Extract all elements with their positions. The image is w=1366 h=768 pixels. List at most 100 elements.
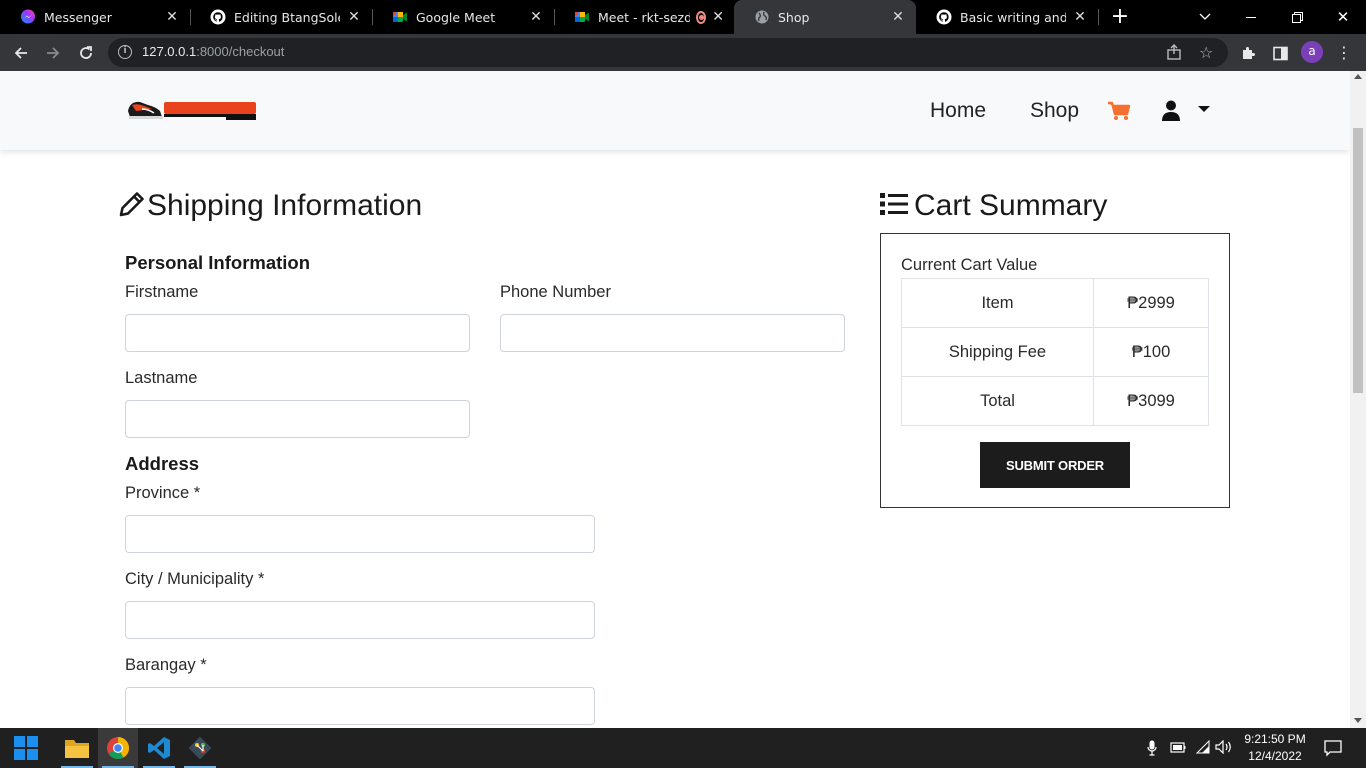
scroll-down-icon[interactable] (1354, 718, 1362, 723)
close-icon[interactable]: ✕ (346, 9, 362, 25)
firstname-input[interactable] (125, 314, 470, 352)
submit-order-button[interactable]: SUBMIT ORDER (980, 442, 1130, 488)
close-icon[interactable]: ✕ (528, 9, 544, 25)
lastname-label: Lastname (125, 369, 198, 387)
battery-icon[interactable] (1170, 740, 1186, 757)
new-tab-button[interactable]: + (1108, 4, 1132, 30)
menu-button[interactable]: ⋮ (1331, 40, 1357, 66)
chrome-icon (107, 737, 129, 759)
tab-title: Meet - rkt-sezd-d (598, 9, 690, 25)
side-panel-button[interactable] (1267, 40, 1293, 66)
wifi-icon[interactable] (1195, 739, 1210, 757)
reload-button[interactable] (73, 40, 99, 66)
github-icon (210, 9, 226, 25)
restore-button[interactable] (1274, 0, 1320, 34)
chevron-down-icon (1199, 13, 1211, 20)
system-clock[interactable]: 9:21:50 PM 12/4/2022 (1240, 731, 1310, 765)
address-bar[interactable]: i 127.0.0.1:8000/checkout ☆ (108, 38, 1228, 67)
cart-icon[interactable] (1107, 101, 1131, 125)
tab-messenger[interactable]: Messenger ✕ (0, 0, 190, 34)
phone-label: Phone Number (500, 283, 611, 301)
arrow-right-icon (47, 47, 60, 59)
close-icon[interactable]: ✕ (712, 9, 724, 25)
summary-label: Total (901, 376, 1094, 426)
github-icon (936, 9, 952, 25)
firstname-label: Firstname (125, 283, 199, 301)
tab-basic-writing[interactable]: Basic writing and form ✕ (916, 0, 1098, 34)
city-input[interactable] (125, 601, 595, 639)
summary-value: ₱100 (1093, 327, 1209, 377)
close-icon[interactable]: ✕ (164, 9, 180, 25)
city-label: City / Municipality * (125, 570, 265, 588)
barangay-input[interactable] (125, 687, 595, 725)
taskbar-chrome[interactable] (98, 728, 138, 768)
info-icon[interactable]: i (118, 45, 132, 59)
close-icon[interactable]: ✕ (1072, 9, 1088, 25)
clock-date: 12/4/2022 (1248, 749, 1302, 763)
nav-shop-link[interactable]: Shop (1030, 99, 1079, 123)
cart-summary-title: Cart Summary (880, 189, 1107, 223)
globe-icon (754, 9, 770, 25)
git-icon (189, 737, 211, 759)
browser-toolbar: i 127.0.0.1:8000/checkout ☆ a ⋮ (0, 34, 1366, 71)
scrollbar-thumb[interactable] (1353, 128, 1363, 393)
windows-taskbar: 9:21:50 PM 12/4/2022 (0, 728, 1366, 768)
kebab-menu-icon: ⋮ (1336, 43, 1352, 62)
minimize-button[interactable] (1228, 0, 1274, 34)
table-row: Total ₱3099 (901, 376, 1209, 426)
cart-summary-table: Item ₱2999 Shipping Fee ₱100 Total ₱3099 (901, 278, 1209, 426)
reload-icon (80, 46, 92, 59)
phone-input[interactable] (500, 314, 845, 352)
summary-value: ₱2999 (1093, 278, 1209, 328)
tab-title: Basic writing and form (960, 9, 1066, 25)
close-window-button[interactable]: ✕ (1320, 0, 1366, 34)
clock-time: 9:21:50 PM (1244, 732, 1306, 746)
forward-button[interactable] (40, 40, 66, 66)
microphone-icon[interactable] (1147, 740, 1157, 759)
close-icon: ✕ (1336, 8, 1350, 26)
tab-meet-call[interactable]: Meet - rkt-sezd-d ✕ (554, 0, 734, 34)
tab-shop[interactable]: Shop ✕ (734, 0, 916, 34)
nav-home-link[interactable]: Home (930, 99, 986, 123)
arrow-left-icon (14, 47, 27, 59)
messenger-icon (20, 9, 36, 25)
start-button[interactable] (6, 728, 46, 768)
google-meet-icon (574, 9, 590, 25)
user-dropdown-caret-icon[interactable] (1198, 106, 1210, 112)
province-label: Province * (125, 484, 201, 502)
lastname-input[interactable] (125, 400, 470, 438)
back-button[interactable] (8, 40, 34, 66)
recording-icon (696, 10, 707, 24)
cart-value-caption: Current Cart Value (901, 256, 1038, 274)
summary-label: Item (901, 278, 1094, 328)
scroll-up-icon[interactable] (1354, 74, 1362, 79)
tab-search-button[interactable] (1182, 0, 1228, 34)
cart-summary-box: Current Cart Value Item ₱2999 Shipping F… (880, 233, 1230, 508)
taskbar-gitkraken[interactable] (180, 728, 220, 768)
user-icon[interactable] (1161, 100, 1181, 125)
address-heading: Address (125, 453, 200, 474)
windows-logo-icon (14, 736, 38, 760)
list-icon (880, 193, 908, 215)
close-icon[interactable]: ✕ (890, 9, 906, 25)
province-input[interactable] (125, 515, 595, 553)
tab-google-meet[interactable]: Google Meet ✕ (372, 0, 554, 34)
share-icon[interactable] (1166, 44, 1183, 65)
notifications-icon[interactable] (1324, 739, 1342, 760)
pencil-icon (119, 192, 144, 217)
star-icon[interactable]: ☆ (1199, 43, 1213, 62)
site-logo[interactable] (126, 97, 258, 123)
page-viewport: Home Shop Shipping Information Personal … (0, 71, 1350, 728)
shipping-title: Shipping Information (118, 189, 422, 223)
tab-title: Messenger (44, 9, 112, 25)
profile-avatar[interactable]: a (1301, 41, 1323, 63)
volume-icon[interactable] (1215, 739, 1233, 757)
personal-info-heading: Personal Information (125, 252, 311, 273)
page-scrollbar[interactable] (1350, 71, 1366, 728)
tab-title: Google Meet (416, 9, 496, 25)
barangay-label: Barangay * (125, 656, 207, 674)
tab-editing-btangsole[interactable]: Editing BtangSole-E-C ✕ (190, 0, 372, 34)
taskbar-vscode[interactable] (139, 728, 179, 768)
extensions-button[interactable] (1235, 40, 1261, 66)
taskbar-file-explorer[interactable] (57, 728, 97, 768)
